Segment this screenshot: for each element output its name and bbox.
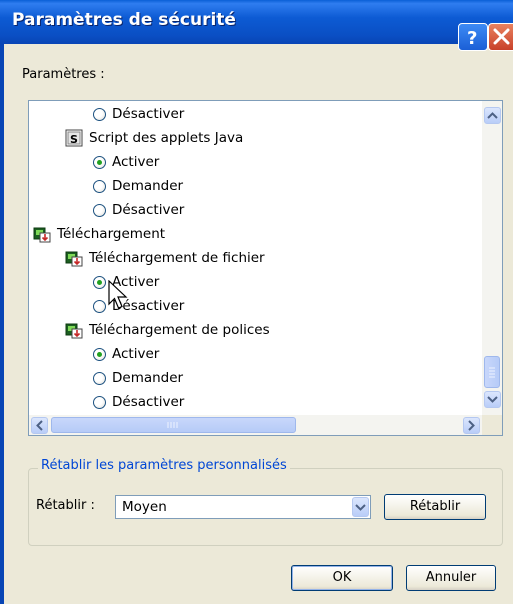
radio-button[interactable] (93, 395, 106, 409)
tree-item-label: Demander (112, 370, 184, 386)
svg-text:?: ? (467, 28, 477, 49)
chevron-right-icon (468, 420, 475, 431)
vertical-scroll-thumb[interactable] (484, 356, 500, 388)
radio-option[interactable]: Désactiver (93, 199, 184, 221)
cancel-button[interactable]: Annuler (406, 565, 496, 591)
tree-item-label: Désactiver (112, 106, 185, 122)
vertical-scrollbar[interactable] (482, 101, 502, 415)
chevron-up-icon (487, 112, 498, 119)
tree-item-label: Script des applets Java (89, 130, 244, 146)
dropdown-arrow-button[interactable] (352, 497, 369, 517)
radio-option[interactable]: Demander (93, 367, 183, 389)
scroll-left-button[interactable] (31, 417, 48, 434)
reset-level-value: Moyen (122, 499, 167, 515)
radio-button-checked[interactable] (93, 155, 106, 169)
tree-item-label: Désactiver (112, 394, 185, 410)
radio-button[interactable] (93, 107, 106, 121)
help-button[interactable]: ? (458, 23, 488, 51)
radio-option[interactable]: Désactiver (93, 295, 184, 317)
download-icon (33, 225, 51, 243)
settings-category: Téléchargement de fichier (65, 247, 265, 269)
svg-text:S: S (70, 133, 78, 146)
chevron-down-icon (355, 504, 366, 511)
tree-item-label: Activer (112, 154, 160, 170)
radio-option[interactable]: Activer (93, 151, 159, 173)
settings-category: Téléchargement (33, 223, 165, 245)
download-icon (65, 321, 83, 339)
radio-option[interactable]: Demander (93, 175, 183, 197)
scroll-right-button[interactable] (463, 417, 480, 434)
tree-item-label: Téléchargement (57, 226, 166, 242)
grip-icon (167, 422, 178, 428)
radio-button[interactable] (93, 371, 106, 385)
radio-button[interactable] (93, 299, 106, 313)
grip-icon (489, 367, 495, 378)
script-icon: S (65, 129, 83, 147)
reset-level-select[interactable]: Moyen (115, 495, 371, 519)
reset-button[interactable]: Rétablir (384, 494, 486, 520)
chevron-down-icon (487, 396, 498, 403)
window-border (0, 44, 4, 604)
tree-item-label: Désactiver (112, 202, 185, 218)
radio-button-checked[interactable] (93, 347, 106, 361)
tree-item-label: Téléchargement de polices (89, 322, 270, 338)
chevron-left-icon (36, 420, 43, 431)
settings-tree-list[interactable]: Désactiver S Script des applets Java Active… (28, 100, 503, 436)
close-button[interactable] (488, 23, 513, 51)
mouse-cursor-icon (108, 280, 128, 309)
reset-group-title: Rétablir les paramètres personnalisés (38, 458, 290, 473)
tree-item-label: Téléchargement de fichier (89, 250, 265, 266)
settings-category: S Script des applets Java (65, 127, 243, 149)
radio-button[interactable] (93, 203, 106, 217)
horizontal-scroll-thumb[interactable] (51, 417, 296, 433)
title-bar[interactable]: Paramètres de sécurité ? (0, 0, 513, 51)
help-icon: ? (467, 28, 477, 49)
window-title: Paramètres de sécurité (12, 10, 236, 30)
reset-label: Rétablir : (36, 498, 95, 513)
scroll-corner (482, 415, 502, 435)
close-icon (493, 28, 510, 45)
ok-button[interactable]: OK (291, 565, 393, 591)
radio-option[interactable]: Désactiver (93, 391, 184, 413)
radio-button[interactable] (93, 179, 106, 193)
tree-item-label: Activer (112, 346, 160, 362)
download-icon (65, 249, 83, 267)
scroll-down-button[interactable] (484, 391, 501, 408)
settings-label: Paramètres : (22, 67, 105, 82)
scroll-up-button[interactable] (484, 107, 501, 124)
radio-option[interactable]: Activer (93, 343, 159, 365)
security-settings-dialog: Paramètres de sécurité ? Paramètres : Dé… (0, 0, 513, 604)
settings-tree-content[interactable]: Désactiver S Script des applets Java Active… (29, 101, 482, 415)
tree-item-label: Demander (112, 178, 184, 194)
horizontal-scrollbar[interactable] (29, 415, 482, 435)
radio-option[interactable]: Désactiver (93, 103, 184, 125)
radio-button-checked[interactable] (93, 275, 106, 289)
settings-category: Téléchargement de polices (65, 319, 270, 341)
